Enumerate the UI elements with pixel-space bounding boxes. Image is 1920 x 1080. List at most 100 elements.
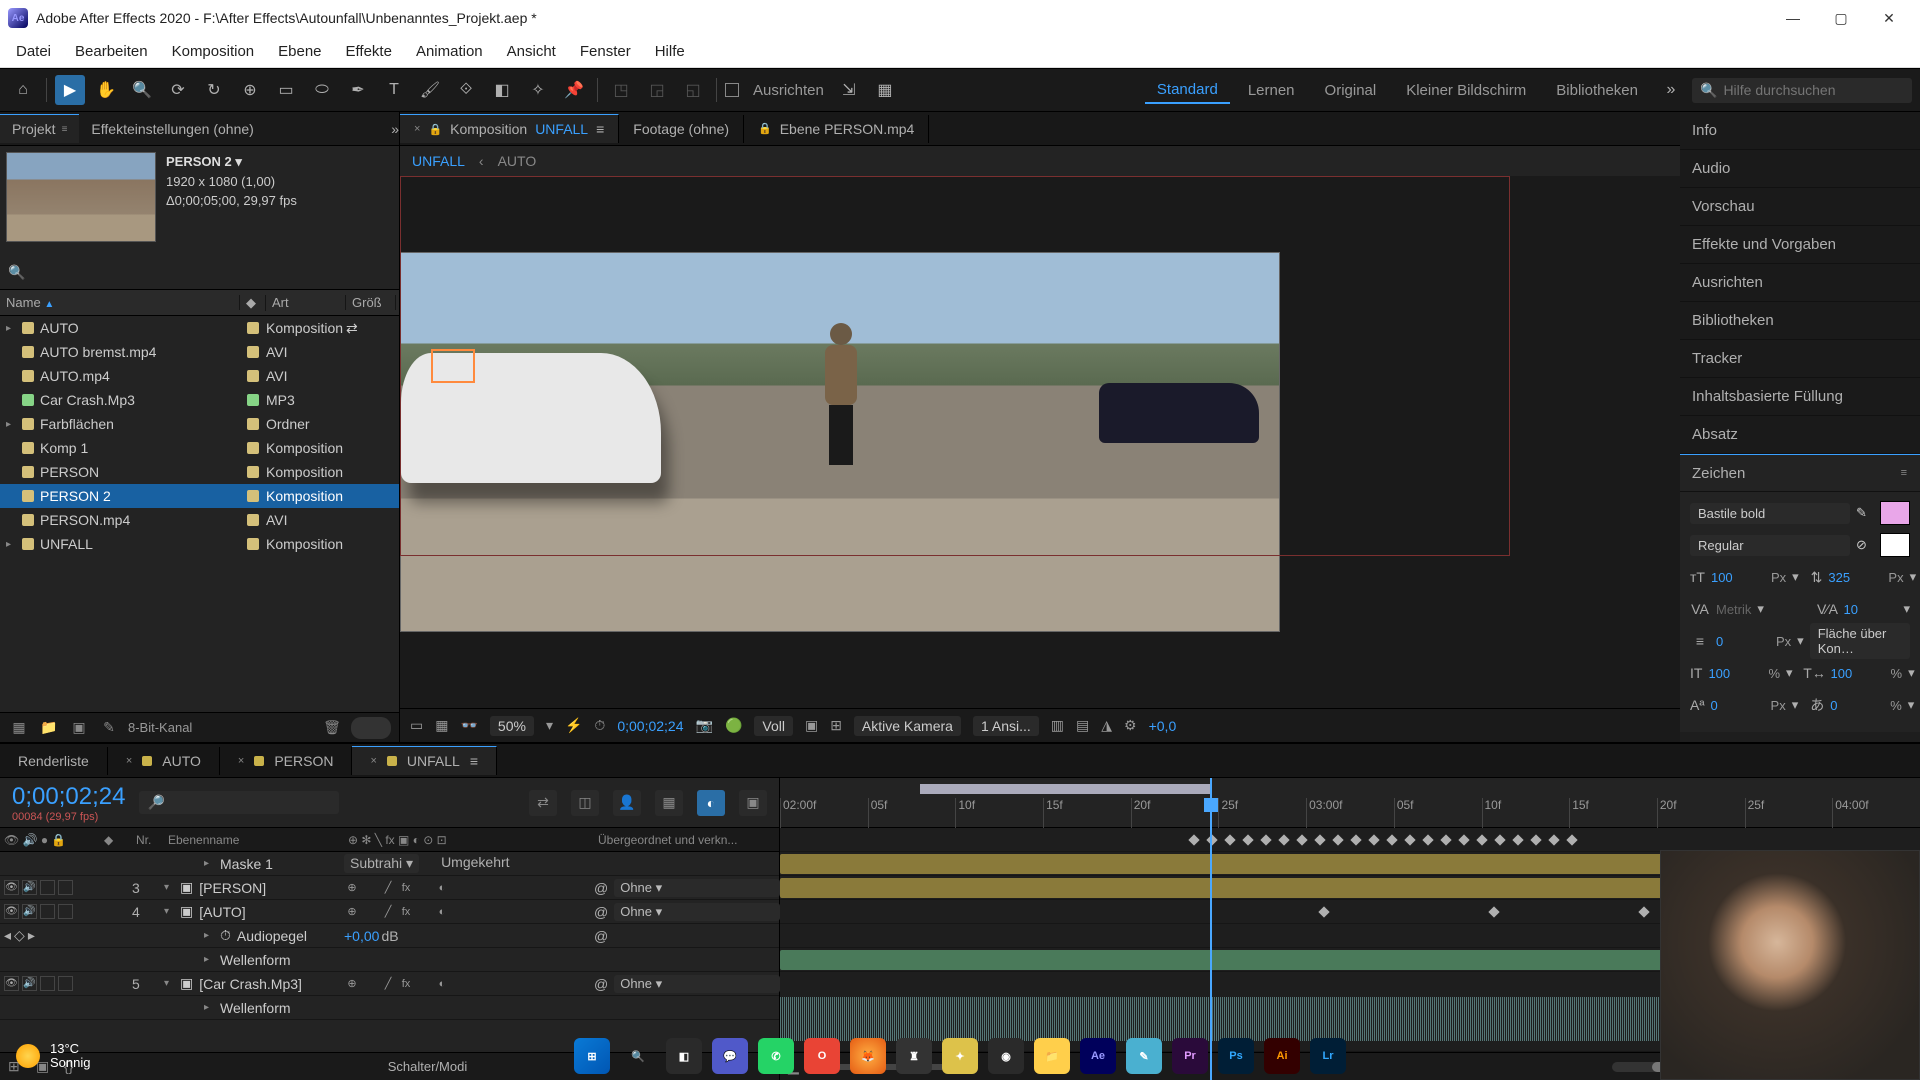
item-label-swatch[interactable] (247, 418, 259, 430)
keyframe-icon[interactable] (1458, 834, 1469, 845)
menu-datei[interactable]: Datei (6, 39, 61, 64)
taskbar-search-icon[interactable]: 🔍 (620, 1038, 656, 1074)
expression-pickwhip-icon[interactable]: @ (594, 928, 608, 944)
orbit-tool[interactable]: ⟳ (163, 75, 193, 105)
views-dropdown[interactable]: 1 Ansi... (973, 716, 1039, 736)
ws-lernen[interactable]: Lernen (1236, 78, 1307, 103)
snap-checkbox[interactable] (725, 83, 739, 97)
keyframe-icon[interactable] (1476, 834, 1487, 845)
shy-icon[interactable]: 👤 (613, 790, 641, 816)
quality-switch[interactable]: ╱ (380, 976, 396, 992)
tracking-value[interactable]: 10 (1843, 602, 1897, 617)
twirl-icon[interactable]: ▾ (164, 978, 174, 989)
delete-icon[interactable]: 🗑 (321, 717, 343, 739)
start-button[interactable]: ⊞ (574, 1038, 610, 1074)
mask-invert-label[interactable]: Umgekehrt (441, 854, 509, 873)
current-time-indicator[interactable] (1210, 778, 1212, 1080)
lock-toggle[interactable] (58, 976, 73, 991)
lock-icon[interactable]: 🔒 (758, 122, 772, 135)
opera-icon[interactable]: O (804, 1038, 840, 1074)
layer-row[interactable]: ▸Maske 1Subtrahi ▾Umgekehrt (0, 852, 779, 876)
kerning-value[interactable]: Metrik (1716, 602, 1751, 617)
aftereffects-icon[interactable]: Ae (1080, 1038, 1116, 1074)
composition-viewer[interactable] (400, 176, 1680, 708)
pen-tool[interactable]: ✒ (343, 75, 373, 105)
shy-switch[interactable]: ⊕ (344, 976, 360, 992)
hand-tool[interactable]: ✋ (91, 75, 121, 105)
axis-view-icon[interactable]: ◱ (678, 75, 708, 105)
close-icon[interactable]: × (370, 755, 376, 767)
keyframe-icon[interactable] (1494, 834, 1505, 845)
keyframe-icon[interactable] (1530, 834, 1541, 845)
keyframe-icon[interactable] (1386, 834, 1397, 845)
fast-draft-icon[interactable]: ▤ (1076, 717, 1089, 734)
help-search[interactable]: 🔍 (1692, 78, 1912, 103)
ws-overflow-icon[interactable]: » (1656, 75, 1686, 105)
col-label[interactable]: ◆ (240, 295, 266, 311)
tab-auto[interactable]: × AUTO (108, 747, 220, 775)
default-fill-icon[interactable]: ▦ (870, 75, 900, 105)
home-icon[interactable]: ⌂ (8, 75, 38, 105)
project-item[interactable]: AUTO bremst.mp4AVI (0, 340, 399, 364)
next-kf-icon[interactable]: ▸ (28, 927, 35, 944)
quality-switch[interactable]: ╱ (380, 880, 396, 896)
panel-info[interactable]: Info (1680, 112, 1920, 150)
track-row[interactable] (780, 828, 1920, 852)
xscale-value[interactable]: 100 (1831, 666, 1885, 681)
renderer-icon[interactable]: ⚙ (1124, 717, 1137, 734)
grid-icon[interactable]: ⊞ (830, 717, 842, 734)
menu-bearbeiten[interactable]: Bearbeiten (65, 39, 158, 64)
ws-original[interactable]: Original (1313, 78, 1389, 103)
anchor-tool[interactable]: ⊕ (235, 75, 265, 105)
3d-icon[interactable]: ◮ (1101, 717, 1112, 734)
layer-row[interactable]: 👁🔊3▾▣[PERSON]⊕╱fx◐@Ohne ▾ (0, 876, 779, 900)
keyframe-icon[interactable] (1512, 834, 1523, 845)
maximize-button[interactable]: ▢ (1818, 3, 1864, 33)
app-icon[interactable]: ♜ (896, 1038, 932, 1074)
obs-icon[interactable]: ◉ (988, 1038, 1024, 1074)
lightroom-icon[interactable]: Lr (1310, 1038, 1346, 1074)
parent-dropdown[interactable]: Ohne ▾ (614, 879, 780, 897)
project-item[interactable]: ▸FarbflächenOrdner (0, 412, 399, 436)
fx-switch[interactable]: fx (398, 976, 414, 992)
explorer-icon[interactable]: 📁 (1034, 1038, 1070, 1074)
axis-world-icon[interactable]: ◲ (642, 75, 672, 105)
panel-overflow-icon[interactable]: » (391, 121, 399, 137)
new-folder-icon[interactable]: 📁 (38, 717, 60, 739)
ellipse-tool[interactable]: ⬭ (307, 75, 337, 105)
font-family-dropdown[interactable]: Bastile bold (1690, 503, 1850, 524)
firefox-icon[interactable]: 🦊 (850, 1038, 886, 1074)
crumb-parent[interactable]: AUTO (498, 153, 537, 169)
axis-local-icon[interactable]: ◳ (606, 75, 636, 105)
menu-animation[interactable]: Animation (406, 39, 493, 64)
keyframe-icon[interactable] (1278, 834, 1289, 845)
panel-align[interactable]: Ausrichten (1680, 264, 1920, 302)
stroke-width-value[interactable]: 0 (1716, 634, 1770, 649)
lock-icon[interactable]: 🔒 (428, 123, 442, 136)
help-search-input[interactable] (1723, 82, 1904, 98)
menu-komposition[interactable]: Komposition (162, 39, 265, 64)
mask-mode-dropdown[interactable]: Subtrahi ▾ (344, 854, 419, 873)
project-item[interactable]: PERSON.mp4AVI (0, 508, 399, 532)
keyframe-icon[interactable] (1318, 906, 1329, 917)
pickwhip-icon[interactable]: @ (594, 976, 608, 992)
font-style-dropdown[interactable]: Regular (1690, 535, 1850, 556)
pix-aspect-icon[interactable]: ▥ (1051, 717, 1064, 734)
transparency-grid-icon[interactable]: ▦ (435, 717, 448, 734)
footer-timecode[interactable]: 0;00;02;24 (617, 718, 683, 734)
no-fill-icon[interactable]: ⊘ (1856, 537, 1874, 553)
close-icon[interactable]: × (414, 123, 420, 135)
stopwatch-icon[interactable]: ⏱ (220, 927, 231, 944)
keyframe-icon[interactable] (1314, 834, 1325, 845)
lock-toggle[interactable] (58, 880, 73, 895)
fx-switch[interactable]: fx (398, 904, 414, 920)
keyframe-icon[interactable] (1548, 834, 1559, 845)
frameblend-icon[interactable]: ▦ (655, 790, 683, 816)
item-label-swatch[interactable] (247, 442, 259, 454)
panel-menu-icon[interactable]: ≡ (62, 124, 68, 135)
resolution-icon[interactable]: ▾ (546, 717, 553, 734)
lock-toggle[interactable] (58, 904, 73, 919)
menu-fenster[interactable]: Fenster (570, 39, 641, 64)
menu-ansicht[interactable]: Ansicht (497, 39, 566, 64)
baseline-value[interactable]: 0 (1711, 698, 1765, 713)
